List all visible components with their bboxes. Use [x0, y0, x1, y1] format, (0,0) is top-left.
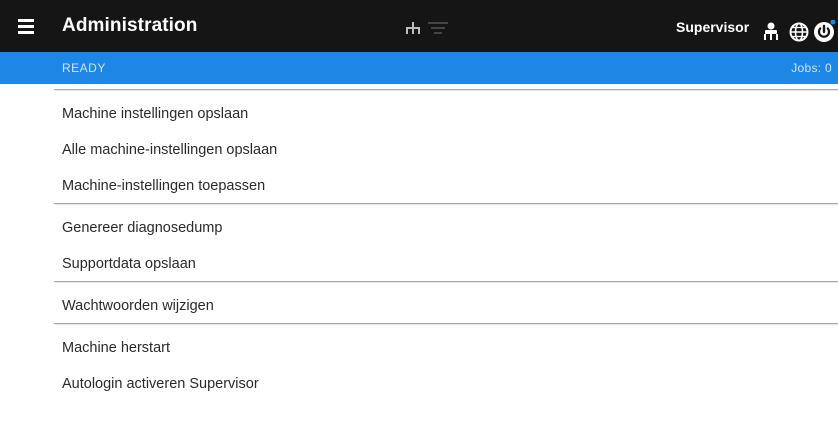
- menu-item-machine-restart[interactable]: Machine herstart: [62, 340, 170, 356]
- menu-item-save-machine-settings[interactable]: Machine instellingen opslaan: [62, 106, 248, 122]
- current-user-label: Supervisor: [676, 19, 750, 35]
- menu-item-change-passwords[interactable]: Wachtwoorden wijzigen: [62, 298, 214, 314]
- network-icon: [406, 22, 420, 34]
- globe-icon[interactable]: [788, 21, 810, 43]
- status-bar: READY Jobs: 0: [0, 52, 838, 84]
- menu-item-save-support-data[interactable]: Supportdata opslaan: [62, 256, 196, 272]
- section-divider: [54, 323, 838, 324]
- menu-item-generate-diagnostic-dump[interactable]: Genereer diagnosedump: [62, 220, 222, 236]
- jobs-count[interactable]: Jobs: 0: [791, 61, 832, 75]
- hamburger-menu-icon[interactable]: [15, 17, 41, 37]
- menu-item-save-all-machine-settings[interactable]: Alle machine-instellingen opslaan: [62, 142, 277, 158]
- page-title: Administration: [62, 15, 198, 36]
- menu-item-apply-machine-settings[interactable]: Machine-instellingen toepassen: [62, 178, 265, 194]
- section-divider: [54, 281, 838, 282]
- user-icon[interactable]: [760, 21, 782, 43]
- section-divider: [54, 203, 838, 204]
- network-status-icons: [406, 22, 448, 34]
- machine-status: READY: [62, 61, 106, 75]
- power-icon[interactable]: [812, 20, 836, 44]
- menu-item-enable-autologin-supervisor[interactable]: Autologin activeren Supervisor: [62, 376, 259, 392]
- section-divider: [54, 89, 838, 90]
- queue-filter-icon: [428, 22, 448, 34]
- top-app-bar: Administration Supervisor: [0, 0, 838, 52]
